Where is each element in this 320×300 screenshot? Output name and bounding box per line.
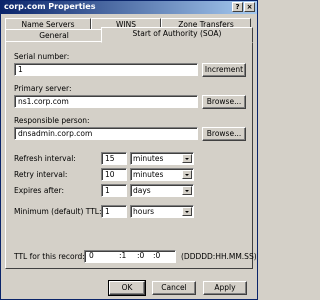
serial-number-label: Serial number: <box>14 52 70 61</box>
primary-server-input[interactable]: ns1.corp.com <box>14 95 198 108</box>
title-bar[interactable]: corp.com Properties ? × <box>1 1 257 14</box>
help-button[interactable]: ? <box>232 2 243 12</box>
ok-button[interactable]: OK <box>108 280 146 296</box>
ttl-hours: :1 <box>119 251 127 260</box>
refresh-unit-select[interactable]: minutes <box>130 152 194 165</box>
refresh-interval-input[interactable]: 15 <box>101 152 127 165</box>
retry-interval-label: Retry interval: <box>14 170 68 179</box>
expires-after-label: Expires after: <box>14 186 64 195</box>
properties-dialog: corp.com Properties ? × Name Servers WIN… <box>0 0 258 300</box>
chevron-down-icon[interactable] <box>182 154 192 163</box>
ttl-format-hint: (DDDDD:HH.MM.SS) <box>181 252 257 261</box>
responsible-browse-button[interactable]: Browse... <box>202 127 246 141</box>
soa-panel: Serial number: 1 Increment Primary serve… <box>5 41 257 269</box>
close-button[interactable]: × <box>244 2 255 12</box>
refresh-interval-label: Refresh interval: <box>14 154 76 163</box>
apply-button[interactable]: Apply <box>203 281 247 295</box>
increment-button[interactable]: Increment <box>202 63 246 77</box>
ttl-record-label: TTL for this record: <box>14 252 85 261</box>
retry-interval-input[interactable]: 10 <box>101 168 127 181</box>
responsible-person-input[interactable]: dnsadmin.corp.com <box>14 127 198 140</box>
serial-number-input[interactable]: 1 <box>14 63 198 76</box>
ttl-seconds: :0 <box>153 251 161 260</box>
primary-browse-button[interactable]: Browse... <box>202 95 246 109</box>
expires-unit-select[interactable]: days <box>130 184 194 197</box>
retry-unit-select[interactable]: minutes <box>130 168 194 181</box>
minimum-ttl-label: Minimum (default) TTL: <box>14 207 102 216</box>
tab-soa[interactable]: Start of Authority (SOA) <box>101 27 253 43</box>
minimum-ttl-input[interactable]: 1 <box>101 205 127 218</box>
expires-after-input[interactable]: 1 <box>101 184 127 197</box>
responsible-person-label: Responsible person: <box>14 116 90 125</box>
chevron-down-icon[interactable] <box>182 186 192 195</box>
ttl-minutes: :0 <box>137 251 145 260</box>
primary-server-label: Primary server: <box>14 84 72 93</box>
ttl-record-input[interactable]: 0 :1 :0 :0 <box>84 250 176 263</box>
chevron-down-icon[interactable] <box>182 207 192 216</box>
chevron-down-icon[interactable] <box>182 170 192 179</box>
window-title: corp.com Properties <box>4 2 96 11</box>
cancel-button[interactable]: Cancel <box>152 281 196 295</box>
minimum-ttl-unit-select[interactable]: hours <box>130 205 194 218</box>
ttl-days: 0 <box>89 251 94 260</box>
